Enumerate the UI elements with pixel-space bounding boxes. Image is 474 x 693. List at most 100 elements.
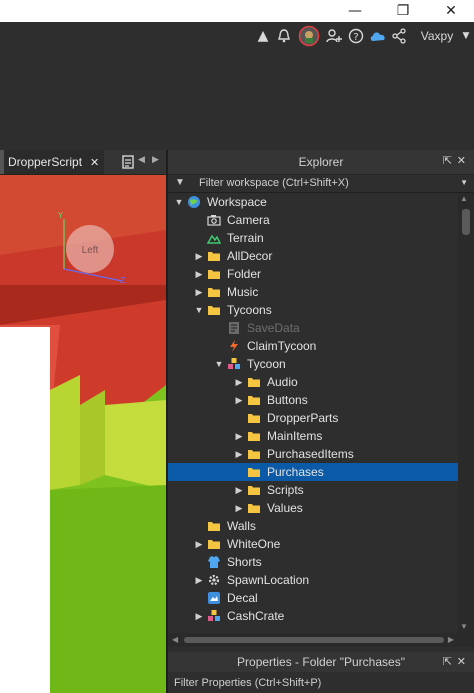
properties-filter-input[interactable]: Filter Properties (Ctrl+Shift+P) (174, 677, 321, 689)
tree-item-label: PurchasedItems (267, 447, 354, 461)
tree-item-music[interactable]: ▶ Music (168, 283, 458, 301)
tree-item-label: WhiteOne (227, 537, 281, 551)
model-icon (207, 609, 221, 623)
tree-item-terrain[interactable]: Terrain (168, 229, 458, 247)
properties-filter-bar[interactable]: Filter Properties (Ctrl+Shift+P) (168, 673, 474, 693)
expand-arrow-icon[interactable]: ▶ (233, 445, 245, 463)
tree-item-tycoons[interactable]: ▼ Tycoons (168, 301, 458, 319)
scroll-right-icon[interactable]: ▶ (448, 635, 454, 644)
tree-item-label: Scripts (267, 483, 304, 497)
spawn-shirt-icon (207, 555, 221, 569)
expand-arrow-icon[interactable]: ▶ (193, 607, 205, 625)
horizontal-scrollbar-thumb[interactable] (184, 637, 444, 643)
tree-item-decal[interactable]: Decal (168, 589, 458, 607)
properties-close-icon[interactable]: ✕ (457, 655, 466, 668)
close-window-button[interactable]: ✕ (428, 0, 474, 22)
filter-dropdown-icon[interactable]: ▼ (460, 178, 468, 187)
add-friend-icon[interactable] (326, 27, 342, 45)
tree-item-camera[interactable]: Camera (168, 211, 458, 229)
chevron-down-icon[interactable]: ▼ (460, 27, 472, 45)
decal-icon (207, 591, 221, 605)
tree-item-walls[interactable]: Walls (168, 517, 458, 535)
lightning-script-icon (227, 339, 241, 353)
scroll-left-icon[interactable]: ◀ (172, 635, 178, 644)
expand-arrow-icon[interactable]: ▶ (193, 535, 205, 553)
tree-item-label: DropperParts (267, 411, 339, 425)
expand-arrow-icon[interactable]: ▶ (233, 373, 245, 391)
tree-item-spawnlocation[interactable]: ▶ SpawnLocation (168, 571, 458, 589)
tree-item-label: Values (267, 501, 303, 515)
explorer-horizontal-scrollbar[interactable]: ◀ ▶ (168, 633, 474, 647)
filter-icon[interactable]: ▼ (175, 177, 185, 188)
script-tab-icon[interactable] (122, 155, 134, 169)
folder-icon (207, 537, 221, 551)
expand-arrow-icon[interactable]: ▶ (193, 247, 205, 265)
tree-item-values[interactable]: ▶ Values (168, 499, 458, 517)
tree-item-label: Camera (227, 213, 270, 227)
share-icon[interactable] (391, 27, 407, 45)
tree-item-folder[interactable]: ▶ Folder (168, 265, 458, 283)
collapse-arrow-icon[interactable]: ▼ (193, 301, 205, 319)
expand-arrow-icon[interactable]: ▶ (233, 499, 245, 517)
expand-arrow-icon[interactable]: ▶ (193, 265, 205, 283)
tab-close-icon[interactable]: ✕ (90, 156, 99, 169)
expand-arrow-icon[interactable]: ▶ (233, 391, 245, 409)
tree-item-savedata[interactable]: SaveData (168, 319, 458, 337)
tree-item-tycoon[interactable]: ▼ Tycoon (168, 355, 458, 373)
folder-icon (207, 519, 221, 533)
properties-undock-icon[interactable]: ⇱ (443, 655, 452, 668)
scroll-up-icon[interactable]: ▲ (460, 194, 468, 203)
undock-icon[interactable]: ⇱ (443, 154, 452, 167)
scroll-down-icon[interactable]: ▼ (460, 622, 468, 631)
tab-scroll-left-icon[interactable]: ◀ (138, 154, 145, 165)
tree-item-label: Terrain (227, 231, 264, 245)
tree-item-audio[interactable]: ▶ Audio (168, 373, 458, 391)
tab-marker (0, 150, 4, 174)
tree-item-workspace[interactable]: ▼ Workspace (168, 193, 458, 211)
collapse-arrow-icon[interactable]: ▼ (173, 193, 185, 211)
tree-item-purchaseditems[interactable]: ▶ PurchasedItems (168, 445, 458, 463)
scrollbar-thumb[interactable] (462, 209, 470, 235)
chevron-up-icon[interactable]: ▲ (256, 27, 270, 45)
expand-arrow-icon[interactable]: ▶ (193, 571, 205, 589)
explorer-filter-bar[interactable]: ▼ Filter workspace (Ctrl+Shift+X) ▼ (168, 175, 474, 193)
tab-scroll-right-icon[interactable]: ▶ (152, 154, 159, 165)
model-icon (227, 357, 241, 371)
expand-arrow-icon[interactable]: ▶ (233, 481, 245, 499)
notification-bell-icon[interactable] (276, 27, 292, 45)
expand-arrow-icon[interactable]: ▶ (193, 283, 205, 301)
minimize-button[interactable]: — (332, 0, 378, 22)
terrain-icon (206, 231, 222, 245)
tree-item-scripts[interactable]: ▶ Scripts (168, 481, 458, 499)
maximize-button[interactable]: ❐ (380, 0, 426, 22)
view-cube[interactable]: Y Z Left (52, 209, 132, 289)
tab-dropperscript[interactable]: DropperScript ✕ (0, 150, 104, 174)
tree-item-whiteone[interactable]: ▶ WhiteOne (168, 535, 458, 553)
tree-item-mainitems[interactable]: ▶ MainItems (168, 427, 458, 445)
tree-item-label: CashCrate (227, 609, 285, 623)
explorer-filter-input[interactable]: Filter workspace (Ctrl+Shift+X) (199, 177, 349, 189)
folder-icon (207, 267, 221, 281)
folder-icon (247, 447, 261, 461)
gear-icon (207, 573, 221, 587)
tree-item-shorts[interactable]: Shorts (168, 553, 458, 571)
3d-viewport[interactable]: Y Z Left (0, 175, 166, 693)
tree-item-alldecor[interactable]: ▶ AllDecor (168, 247, 458, 265)
tree-item-dropperparts[interactable]: DropperParts (168, 409, 458, 427)
tree-item-cashcrate[interactable]: ▶ CashCrate (168, 607, 458, 625)
tree-item-buttons[interactable]: ▶ Buttons (168, 391, 458, 409)
help-icon[interactable]: ? (348, 27, 364, 45)
tree-item-label: Walls (227, 519, 256, 533)
username-label[interactable]: Vaxpy (420, 27, 454, 45)
avatar-icon[interactable] (298, 25, 320, 47)
explorer-vertical-scrollbar[interactable]: ▲ ▼ (458, 193, 474, 633)
folder-icon (207, 249, 221, 263)
collapse-arrow-icon[interactable]: ▼ (213, 355, 225, 373)
axis-y-label: Y (57, 211, 63, 220)
tree-item-claimtycoon[interactable]: ClaimTycoon (168, 337, 458, 355)
explorer-close-icon[interactable]: ✕ (457, 154, 466, 167)
expand-arrow-icon[interactable]: ▶ (233, 427, 245, 445)
cloud-icon[interactable] (369, 27, 387, 45)
tree-item-purchases[interactable]: Purchases (168, 463, 458, 481)
folder-icon (247, 393, 261, 407)
